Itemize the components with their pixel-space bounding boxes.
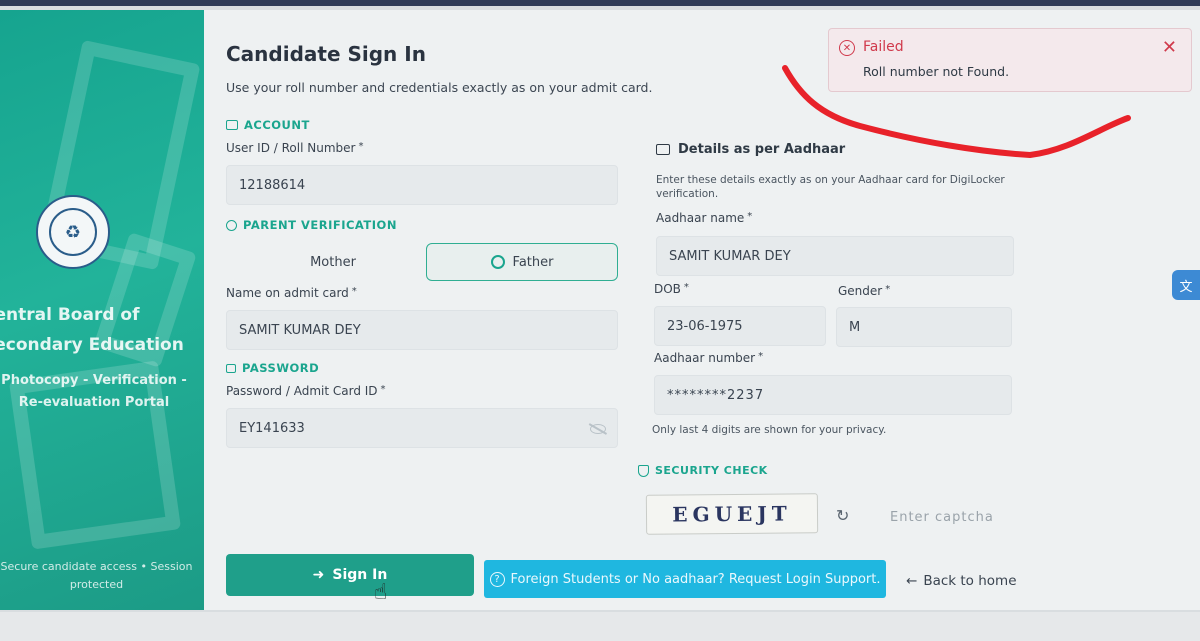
translate-icon[interactable]: 文 <box>1172 270 1200 300</box>
red-annotation-scribble <box>782 65 1131 159</box>
toast-title: Failed <box>863 39 904 55</box>
bottom-bar <box>0 612 1200 641</box>
close-icon[interactable]: ✕ <box>1162 37 1177 58</box>
toast-message: Roll number not Found. <box>863 64 1010 79</box>
error-toast: ✕ Failed Roll number not Found. ✕ <box>828 28 1192 92</box>
error-circle-icon: ✕ <box>839 40 855 56</box>
